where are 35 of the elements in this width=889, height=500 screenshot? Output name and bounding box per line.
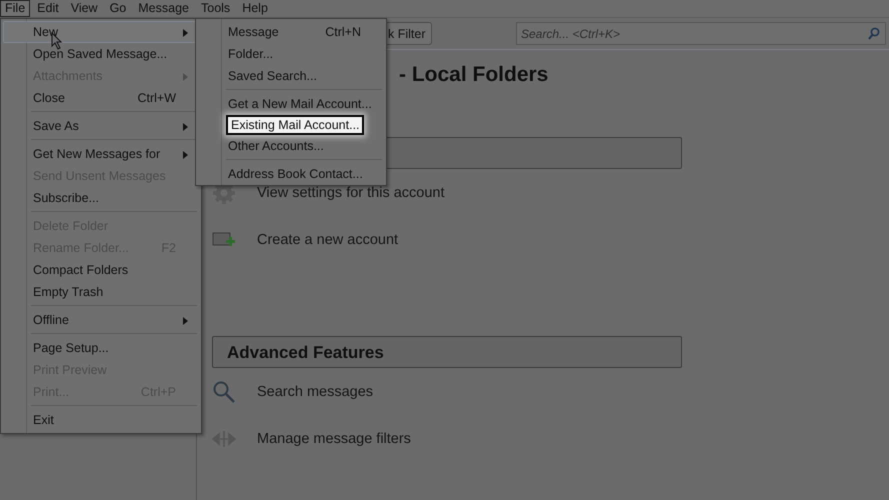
menu-item[interactable]: Address Book Contact... xyxy=(198,163,384,185)
account-action-link[interactable]: View settings for this account xyxy=(257,184,445,200)
menu-bar-item[interactable]: Tools xyxy=(196,0,236,17)
menu-bar-item[interactable]: Edit xyxy=(32,0,64,17)
account-action-link[interactable]: Create a new account xyxy=(257,232,398,248)
menu-bar-item[interactable]: Help xyxy=(237,0,273,17)
menu-item[interactable]: Offline xyxy=(3,309,199,331)
menu-bar-item[interactable]: Message xyxy=(133,0,194,17)
menu-item[interactable]: Open Saved Message... xyxy=(3,43,199,65)
menu-item[interactable]: Exit xyxy=(3,409,199,431)
menu-item[interactable]: Save As xyxy=(3,115,199,137)
account-title: - Local Folders xyxy=(399,62,548,88)
search-field[interactable]: Search... <Ctrl+K> xyxy=(516,22,886,45)
menu-item[interactable]: Message Ctrl+N xyxy=(198,21,384,43)
menu-item[interactable]: Empty Trash xyxy=(3,281,199,303)
account-action-link[interactable]: Search messages xyxy=(257,384,374,400)
menu-item[interactable]: Page Setup... xyxy=(3,337,199,359)
menu-item[interactable]: Existing Mail Account... xyxy=(226,115,364,135)
menu-bar-item[interactable]: View xyxy=(66,0,103,17)
search-icon xyxy=(212,380,236,404)
menu-item[interactable]: Get New Messages for xyxy=(3,143,199,165)
search-icon xyxy=(868,27,880,40)
menu-item[interactable]: Other Accounts... xyxy=(198,135,384,157)
section-heading: Advanced Features xyxy=(212,336,682,368)
menu-item[interactable]: Subscribe... xyxy=(3,187,199,209)
account-action-link[interactable]: Manage message filters xyxy=(257,430,411,446)
menu-item[interactable]: Get a New Mail Account... xyxy=(198,93,384,115)
add-account-icon xyxy=(212,230,236,248)
menu-item[interactable]: Saved Search... xyxy=(198,65,384,87)
menu-item[interactable]: Folder... xyxy=(198,43,384,65)
quick-filter-button[interactable]: k Filter xyxy=(384,22,432,45)
menu-bar-item[interactable]: Go xyxy=(104,0,132,17)
menu-bar-item[interactable]: File xyxy=(0,0,30,17)
menu-item[interactable]: Compact Folders xyxy=(3,259,199,281)
menu-item[interactable]: Close Ctrl+W xyxy=(3,87,199,109)
